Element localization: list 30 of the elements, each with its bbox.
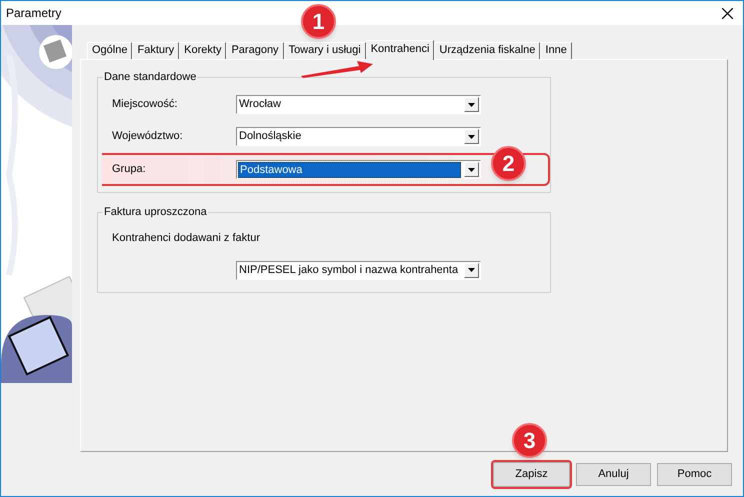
step-badge: 2 [491,146,526,181]
step-badge: 3 [512,423,547,458]
arrow [301,59,373,78]
field-label: Kontrahenci dodawani z faktur [112,231,261,246]
window-title: Parametry [6,5,62,22]
dropdown-value: Podstawowa [238,162,461,178]
field-label: Miejscowość: [112,97,178,112]
dropdown[interactable]: NIP/PESEL jako symbol i nazwa kontrahenta [236,260,481,280]
group-title: Faktura uproszczona [103,205,208,219]
tab[interactable]: Inne [540,42,572,59]
dialog-button[interactable]: Anuluj [576,463,651,486]
tab[interactable]: Urządzenia fiskalne [434,42,540,59]
step-badge: 1 [301,4,336,39]
tab[interactable]: Towary i usługi [284,42,366,59]
tab[interactable]: Ogólne [87,42,132,59]
field-label: Grupa: [112,162,147,178]
dropdown-value: Wrocław [238,97,282,112]
tab[interactable]: Paragony [226,42,284,59]
dropdown-value: NIP/PESEL jako symbol i nazwa kontrahenta [238,262,460,278]
field-label: Województwo: [112,129,184,144]
dialog-button[interactable]: Zapisz [493,462,570,487]
dialog-button[interactable]: Pomoc [657,463,732,486]
dropdown[interactable]: Dolnośląskie [236,127,481,146]
tab[interactable]: Kontrahenci [366,40,434,60]
dropdown[interactable]: Wrocław [236,95,481,114]
tab[interactable]: Faktury [132,42,180,59]
dropdown-value: Dolnośląskie [238,129,302,144]
tab[interactable]: Korekty [179,42,226,59]
close-icon[interactable] [722,8,733,18]
dropdown[interactable]: Podstawowa [236,160,481,179]
